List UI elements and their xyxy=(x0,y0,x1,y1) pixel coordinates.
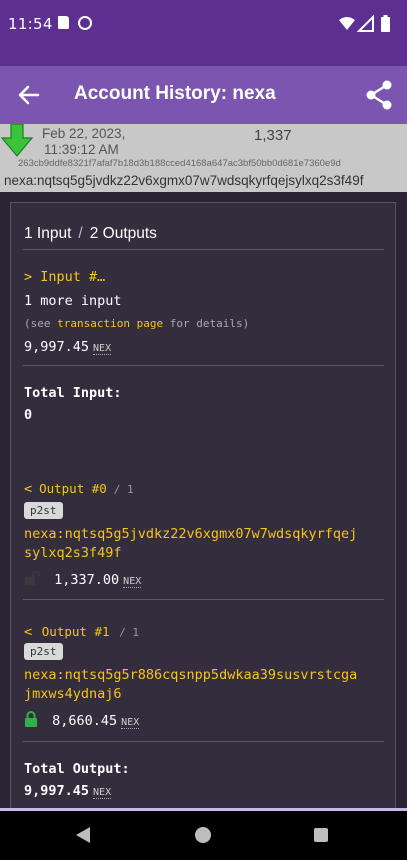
output-1-amount-value: 8,660.45 xyxy=(52,713,118,729)
transaction-header[interactable]: Feb 22, 2023, 11:39:12 AM 1,337 263cb9dd… xyxy=(0,124,407,192)
see-details-note: (see transaction page for details) xyxy=(24,317,249,330)
output-0-address-line1: nexa:nqtsq5g5jvdkz22v6xgmx07w7wdsqkyrfqe… xyxy=(24,526,358,542)
divider xyxy=(23,249,384,250)
unlocked-lock-icon xyxy=(25,570,40,585)
inputs-count: 1 Input xyxy=(24,225,72,242)
output-1-header[interactable]: < Output #1 / 1 xyxy=(24,621,139,640)
transaction-amount: 1,337 xyxy=(254,127,292,144)
divider xyxy=(23,599,384,600)
total-output-unit: NEX xyxy=(93,787,112,799)
output-1-of: / 1 xyxy=(119,626,140,639)
total-output-value: 9,997.45 NEX xyxy=(24,783,112,799)
sd-card-icon xyxy=(58,16,69,29)
output-0-of: / 1 xyxy=(113,483,134,496)
output-0-amount-value: 1,337.00 xyxy=(54,572,120,588)
output-1-amount: 8,660.45 NEX xyxy=(24,711,140,729)
transaction-hash[interactable]: 263cb9ddfe8321f7afaf7b18d3b188cced4168a6… xyxy=(18,158,341,169)
output-0-type-badge: p2st xyxy=(24,502,63,519)
divider xyxy=(23,365,384,366)
output-0-amount: 1,337.00 NEX xyxy=(24,570,142,588)
transaction-date-line: Feb 22, 2023, xyxy=(42,126,126,141)
output-0-unit: NEX xyxy=(123,576,142,588)
output-0-address[interactable]: nexa:nqtsq5g5jvdkz22v6xgmx07w7wdsqkyrfqe… xyxy=(24,526,357,561)
nav-home-icon[interactable] xyxy=(195,827,211,843)
io-separator: / xyxy=(78,225,83,242)
nav-recents-icon[interactable] xyxy=(314,828,328,842)
output-0-header[interactable]: < Output #0 / 1 xyxy=(24,481,134,497)
io-summary: 1 Input / 2 Outputs xyxy=(24,225,157,243)
output-1-address-line2: jmxws4ydnaj6 xyxy=(24,686,122,702)
transaction-date: Feb 22, 2023, 11:39:12 AM xyxy=(42,126,125,158)
output-1-address[interactable]: nexa:nqtsq5g5r886cqsnpp5dwkaa39susvrstcg… xyxy=(24,667,357,702)
page-title: Account History: nexa xyxy=(74,83,276,104)
output-1-label: Output #1 xyxy=(41,624,110,639)
see-prefix: (see xyxy=(24,317,58,330)
transaction-page-link[interactable]: transaction page xyxy=(57,317,163,330)
collapse-caret-icon: < xyxy=(24,481,33,497)
input-label: Input #… xyxy=(40,269,106,285)
total-output-label: Total Output: xyxy=(24,761,130,777)
nav-back-icon[interactable] xyxy=(76,827,90,843)
app-bar: Account History: nexa xyxy=(0,66,407,124)
divider xyxy=(23,741,384,742)
total-output-amount: 9,997.45 xyxy=(24,783,90,799)
back-arrow-icon[interactable] xyxy=(16,82,42,108)
input-header[interactable]: > Input #… xyxy=(24,269,105,285)
total-input-value: 0 xyxy=(24,407,33,423)
outputs-count: 2 Outputs xyxy=(89,225,157,242)
share-icon[interactable] xyxy=(365,80,393,110)
collapse-caret-icon: < xyxy=(24,624,33,640)
signal-icon xyxy=(356,14,374,32)
output-0-address-line2: sylxq2s3f49f xyxy=(24,545,122,561)
input-amount: 9,997.45 NEX xyxy=(24,339,112,355)
transaction-address[interactable]: nexa:nqtsq5g5jvdkz22v6xgmx07w7wdsqkyrfqe… xyxy=(4,173,363,188)
input-amount-value: 9,997.45 xyxy=(24,339,90,355)
status-icons xyxy=(339,14,390,32)
see-suffix: for details) xyxy=(163,317,250,330)
locked-lock-icon xyxy=(25,711,37,727)
transaction-details-card: 1 Input / 2 Outputs > Input #… 1 more inpu… xyxy=(10,202,396,822)
input-unit: NEX xyxy=(93,343,112,355)
total-input-label: Total Input: xyxy=(24,385,122,401)
status-bar: 11:54 xyxy=(0,0,407,66)
status-time: 11:54 xyxy=(8,15,53,33)
battery-icon xyxy=(381,17,390,32)
output-0-label: Output #0 xyxy=(39,481,107,496)
output-1-type-badge: p2st xyxy=(24,643,63,660)
transaction-time: 11:39:12 AM xyxy=(44,142,119,157)
data-saver-icon xyxy=(78,16,92,30)
received-arrow-icon xyxy=(0,124,34,157)
more-inputs-text: 1 more input xyxy=(24,293,122,309)
output-1-address-line1: nexa:nqtsq5g5r886cqsnpp5dwkaa39susvrstcg… xyxy=(24,667,358,683)
expand-caret-icon: > xyxy=(24,269,33,285)
wifi-icon xyxy=(339,17,355,30)
output-1-unit: NEX xyxy=(121,717,140,729)
system-navigation-bar xyxy=(0,808,407,860)
